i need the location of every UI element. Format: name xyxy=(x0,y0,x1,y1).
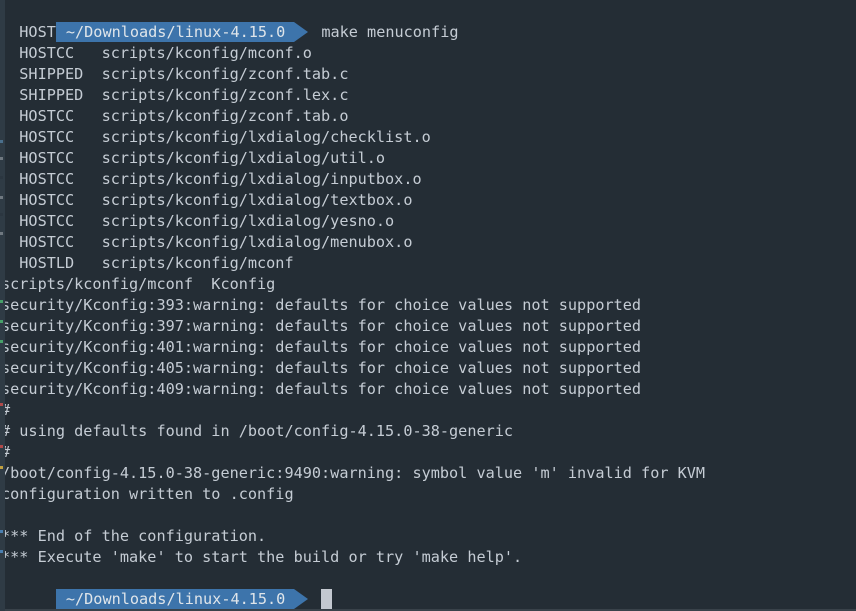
output-line: HOSTCC scripts/kconfig/zconf.tab.o xyxy=(1,107,349,125)
output-line: security/Kconfig:405:warning: defaults f… xyxy=(1,359,642,377)
scrollbar-mark xyxy=(0,403,3,406)
output-line: HOSTCC scripts/kconfig/mconf.o xyxy=(1,44,312,62)
output-line: security/Kconfig:397:warning: defaults f… xyxy=(1,317,642,335)
prompt-line-bottom: ~/Downloads/linux-4.15.0 xyxy=(0,568,856,609)
output-line: HOSTCC scripts/kconfig/lxdialog/util.o xyxy=(1,149,386,167)
scrollbar-mark xyxy=(0,340,3,343)
output-line: scripts/kconfig/mconf Kconfig xyxy=(1,275,276,293)
scrollbar-mark xyxy=(0,445,3,448)
scrollbar-mark xyxy=(0,176,3,179)
command-text-top: make menuconfig xyxy=(321,23,459,41)
output-line: /boot/config-4.15.0-38-generic:9490:warn… xyxy=(1,464,706,482)
prompt-arrow-icon-bottom xyxy=(294,589,309,609)
scrollbar-mark xyxy=(0,320,3,323)
text-cursor[interactable] xyxy=(321,589,333,609)
prompt-line-top: ~/Downloads/linux-4.15.0 make menuconfig xyxy=(0,1,856,42)
terminal-screen[interactable]: ~/Downloads/linux-4.15.0 make menuconfig … xyxy=(0,0,856,611)
scrollbar-mark xyxy=(0,530,3,533)
output-line: HOSTCC scripts/kconfig/lxdialog/checklis… xyxy=(1,128,431,146)
output-line: HOSTCC scripts/kconfig/lxdialog/textbox.… xyxy=(1,191,413,209)
scrollbar-mark xyxy=(0,300,3,303)
output-line: security/Kconfig:393:warning: defaults f… xyxy=(1,296,642,314)
scrollbar-thumb[interactable] xyxy=(0,0,5,611)
scrollbar-mark xyxy=(0,466,3,469)
terminal-window: ~/Downloads/linux-4.15.0 make menuconfig … xyxy=(0,0,856,611)
output-line: *** Execute 'make' to start the build or… xyxy=(1,548,523,566)
prompt-segment-top: ~/Downloads/linux-4.15.0 xyxy=(55,22,309,42)
scrollbar-gutter[interactable] xyxy=(0,0,5,611)
scrollbar-mark xyxy=(0,157,3,160)
output-line: HOSTCC scripts/kconfig/lxdialog/inputbox… xyxy=(1,170,422,188)
terminal-output: HOSTCC scripts/basic/fixdep HOSTCC scrip… xyxy=(0,22,856,568)
output-line: configuration written to .config xyxy=(1,485,294,503)
output-line: HOSTCC scripts/kconfig/lxdialog/yesno.o xyxy=(1,212,395,230)
output-line: # xyxy=(1,443,11,461)
prompt-path-bottom: ~/Downloads/linux-4.15.0 xyxy=(55,589,295,609)
output-line: # using defaults found in /boot/config-4… xyxy=(1,422,514,440)
prompt-arrow-icon-top xyxy=(294,22,309,42)
scrollbar-mark xyxy=(0,140,3,143)
output-line: # xyxy=(1,401,11,419)
output-line: *** End of the configuration. xyxy=(1,527,267,545)
scrollbar-mark xyxy=(0,232,3,235)
output-line: SHIPPED scripts/kconfig/zconf.tab.c xyxy=(1,65,349,83)
scrollbar-mark xyxy=(0,196,3,199)
output-line: HOSTCC scripts/kconfig/lxdialog/menubox.… xyxy=(1,233,413,251)
prompt-path-top: ~/Downloads/linux-4.15.0 xyxy=(55,22,295,42)
prompt-segment-bottom: ~/Downloads/linux-4.15.0 xyxy=(55,589,309,609)
output-line: security/Kconfig:401:warning: defaults f… xyxy=(1,338,642,356)
scrollbar-mark xyxy=(0,550,3,553)
output-line: SHIPPED scripts/kconfig/zconf.lex.c xyxy=(1,86,349,104)
output-line: security/Kconfig:409:warning: defaults f… xyxy=(1,380,642,398)
scrollbar-mark xyxy=(0,213,3,216)
output-line: HOSTLD scripts/kconfig/mconf xyxy=(1,254,294,272)
